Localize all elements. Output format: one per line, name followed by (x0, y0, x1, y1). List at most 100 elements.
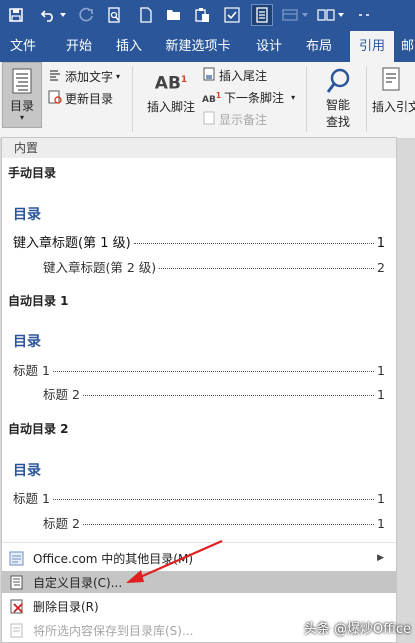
insert-endnote-button[interactable]: 插入尾注 (202, 67, 267, 84)
gallery-scrollbar[interactable] (385, 158, 396, 560)
toc-line-page: 1 (377, 491, 385, 506)
menu-divider (2, 542, 396, 543)
tab-mailings[interactable]: 邮 (400, 31, 415, 62)
toc-preview-line: 键入章标题(第 1 级) 1 (13, 232, 385, 251)
show-notes-button[interactable]: 显示备注 (202, 111, 267, 128)
globe-icon (8, 550, 24, 566)
toc-line-text: 标题 1 (13, 491, 50, 506)
add-text-label: 添加文字 (65, 70, 114, 84)
quick-access-toolbar (0, 0, 415, 31)
add-text-button[interactable]: 添加文字 ▾ (48, 68, 120, 85)
toc-line-text: 标题 2 (43, 387, 80, 402)
layout-dropdown-icon[interactable] (300, 5, 310, 25)
toc-line-text: 标题 2 (43, 516, 80, 531)
more-toc-from-office-item[interactable]: Office.com 中的其他目录(M) ▶ (2, 547, 396, 569)
section-title: 手动目录 (8, 166, 57, 180)
columns-icon[interactable] (316, 5, 336, 25)
citation-icon (372, 66, 415, 96)
insert-footnote-label: 插入脚注 (146, 100, 195, 114)
tab-home[interactable]: 开始 (62, 31, 96, 62)
tab-insert[interactable]: 插入 (112, 31, 146, 62)
smart-lookup-label-2: 查找 (325, 115, 350, 129)
toc-preview-heading: 目录 (13, 334, 41, 350)
section-title: 自动目录 1 (8, 294, 69, 308)
add-text-dropdown-icon: ▾ (116, 72, 121, 81)
toc-line-text: 键入章标题(第 2 级) (43, 260, 157, 275)
endnote-icon (202, 67, 216, 84)
tab-layout[interactable]: 布局 (302, 31, 336, 62)
update-toc-label: 更新目录 (65, 92, 114, 106)
magnifier-icon (316, 66, 360, 96)
ribbon-separator (306, 66, 307, 132)
toc-leader-dots (82, 524, 375, 525)
insert-citation-label: 插入引文 (372, 100, 415, 114)
open-folder-icon[interactable] (164, 5, 184, 25)
toc-label: 目录 (9, 99, 34, 113)
update-toc-button[interactable]: 更新目录 (48, 90, 113, 107)
columns-dropdown-icon[interactable] (336, 5, 346, 25)
toc-line-page: 1 (377, 516, 385, 531)
toc-preview-line: 标题 1 1 (13, 488, 385, 507)
add-text-icon (48, 68, 62, 85)
menu-item-label: 自定义目录(C)... (33, 575, 123, 590)
menu-item-label: 将所选内容保存到目录库(S)... (33, 623, 194, 638)
new-document-icon[interactable] (136, 5, 156, 25)
remove-toc-item[interactable]: 删除目录(R) (2, 595, 396, 617)
page-layout-icon[interactable] (280, 5, 300, 25)
insert-footnote-button[interactable]: AB1 插入脚注 (143, 66, 199, 115)
toc-line-page: 1 (376, 236, 385, 251)
save-to-gallery-icon (8, 622, 24, 638)
toc-line-text: 标题 1 (13, 363, 50, 378)
toc-button[interactable]: 目录 ▾ (2, 62, 42, 128)
show-notes-icon (202, 111, 216, 128)
toc-line-page: 1 (377, 363, 385, 378)
save-icon[interactable] (6, 5, 26, 25)
next-footnote-dropdown-icon: ▾ (291, 93, 296, 102)
ribbon-tabs: 文件 开始 插入 新建选项卡 设计 布局 引用 邮 (0, 31, 415, 62)
redo-icon[interactable] (76, 5, 96, 25)
toc-preview-line: 标题 1 1 (13, 360, 385, 379)
spelling-check-icon[interactable] (222, 5, 242, 25)
paste-icon[interactable] (192, 5, 212, 25)
toc-preview-heading: 目录 (13, 207, 41, 223)
toc-dropdown-icon: ▾ (19, 113, 24, 122)
toc-leader-dots (52, 371, 375, 372)
ribbon-separator (132, 66, 133, 132)
toc-line-text: 键入章标题(第 1 级) (13, 236, 131, 251)
toc-leader-dots (133, 243, 374, 244)
section-title: 自动目录 2 (8, 422, 69, 436)
toc-icon (10, 68, 34, 94)
toolbar-more-icon[interactable] (354, 5, 374, 25)
ribbon-references: 目录 ▾ 添加文字 ▾ 更新目录 AB1 插入脚注 插入尾注 AB1 下一条脚注… (0, 62, 415, 139)
insert-endnote-label: 插入尾注 (219, 69, 268, 83)
toc-line-page: 2 (377, 260, 385, 275)
toc-preview-line: 标题 2 1 (43, 384, 385, 403)
toc-preview-heading: 目录 (13, 463, 41, 479)
toc-line-page: 1 (377, 387, 385, 402)
toc-leader-dots (52, 499, 375, 500)
custom-toc-icon (8, 574, 24, 590)
next-footnote-label: 下一条脚注 (224, 91, 285, 105)
submenu-arrow-icon: ▶ (377, 553, 384, 563)
document-view-icon[interactable] (251, 4, 273, 26)
undo-icon[interactable] (38, 5, 58, 25)
next-footnote-button[interactable]: AB1 下一条脚注 ▾ (202, 89, 295, 106)
footnote-icon: AB1 (154, 73, 188, 94)
smart-lookup-button[interactable]: 智能 查找 (316, 66, 360, 130)
custom-toc-item[interactable]: 自定义目录(C)... (2, 571, 396, 593)
tab-references[interactable]: 引用 (350, 31, 394, 62)
next-footnote-icon: AB1 (202, 90, 222, 105)
tab-new-tab[interactable]: 新建选项卡 (164, 31, 232, 62)
show-notes-label: 显示备注 (219, 113, 268, 127)
remove-toc-icon (8, 598, 24, 614)
undo-dropdown-icon[interactable] (58, 5, 68, 25)
print-preview-icon[interactable] (104, 5, 124, 25)
watermark: 头条 @爆炒Office (303, 622, 411, 637)
update-toc-icon (48, 90, 62, 107)
menu-item-label: Office.com 中的其他目录(M) (33, 551, 194, 566)
tab-file[interactable]: 文件 (8, 31, 38, 62)
gallery-header-builtin: 内置 (2, 138, 396, 158)
insert-citation-button[interactable]: 插入引文 (372, 66, 415, 115)
tab-design[interactable]: 设计 (252, 31, 286, 62)
toc-gallery: 内置 手动目录 目录 键入章标题(第 1 级) 1 键入章标题(第 2 级) 2… (1, 137, 397, 643)
